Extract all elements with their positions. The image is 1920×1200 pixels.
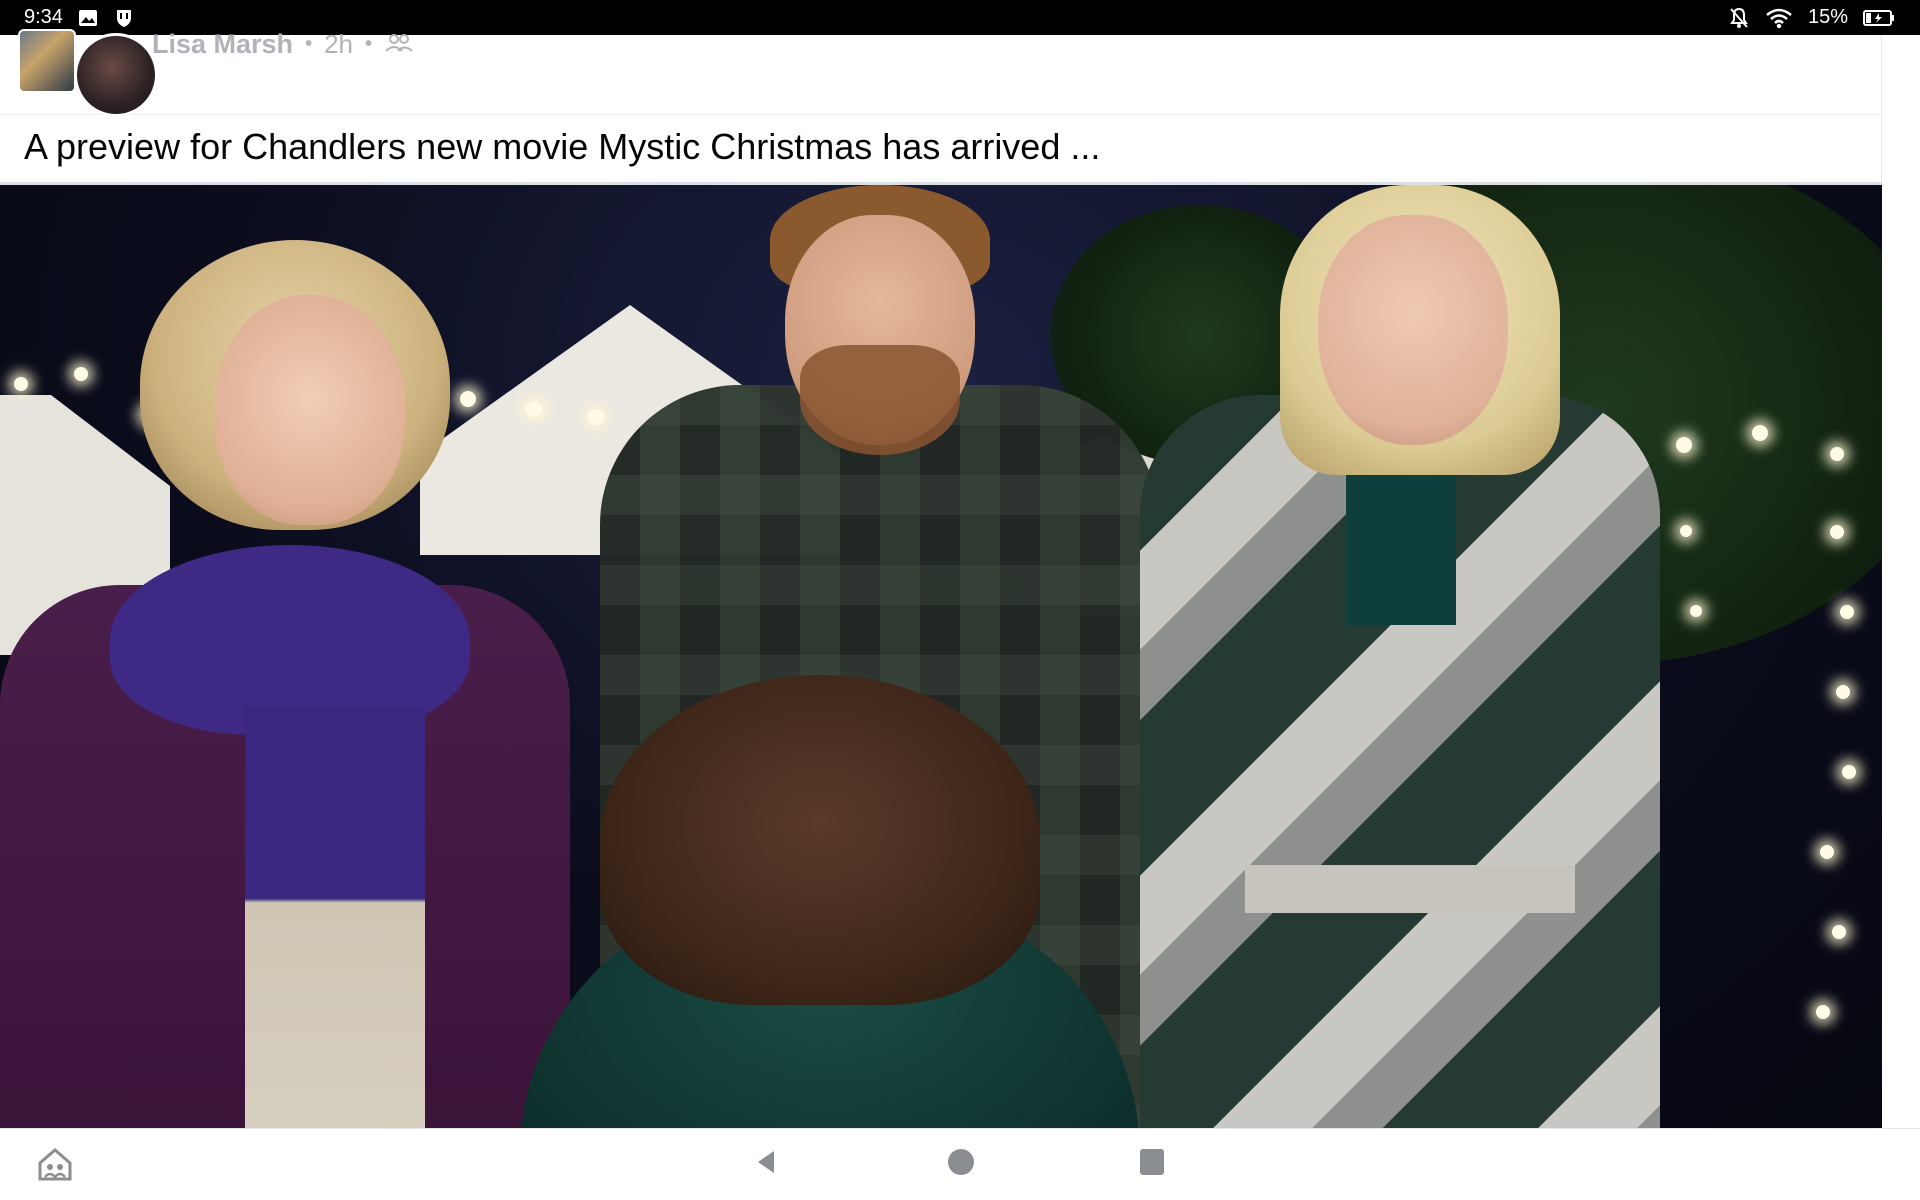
string-light — [1830, 447, 1844, 461]
navigation-bar — [0, 1128, 1920, 1200]
recents-icon[interactable] — [1140, 1149, 1164, 1175]
home-button-icon[interactable] — [948, 1149, 974, 1175]
post-time[interactable]: 2h — [324, 29, 353, 60]
back-icon[interactable] — [752, 1147, 782, 1177]
battery-percent: 15% — [1807, 6, 1848, 28]
string-light — [1836, 685, 1850, 699]
string-light — [1680, 525, 1692, 537]
string-light — [588, 409, 604, 425]
string-light — [74, 367, 88, 381]
person-center-beard — [800, 345, 960, 455]
home-icon[interactable] — [36, 1145, 74, 1183]
string-light — [1830, 525, 1844, 539]
string-light — [1832, 925, 1846, 939]
person-foreground-hair — [600, 675, 1040, 1005]
post-header: Lisa Marsh • 2h • — [0, 29, 1882, 117]
person-left — [0, 465, 580, 1128]
battery-icon — [1862, 7, 1896, 29]
separator-dot: • — [305, 33, 313, 55]
string-light — [1676, 437, 1692, 453]
dnd-off-icon — [1728, 7, 1750, 29]
person-left-face — [215, 295, 405, 525]
string-light — [526, 401, 542, 417]
author-name[interactable]: Lisa Marsh — [152, 29, 293, 60]
screen: 9:34 15% Lisa Marsh • 2h • A preview for… — [0, 0, 1920, 1200]
post-text[interactable]: A preview for Chandlers new movie Mystic… — [24, 115, 1874, 179]
avatar[interactable] — [74, 33, 158, 117]
avatar-group[interactable] — [18, 17, 158, 123]
status-bar-right: 15% — [1728, 6, 1896, 29]
string-light — [1816, 1005, 1830, 1019]
person-right-belt — [1245, 865, 1575, 913]
author-line: Lisa Marsh • 2h • — [152, 29, 414, 60]
string-light — [1820, 845, 1834, 859]
string-light — [14, 377, 28, 391]
separator-dot: • — [365, 33, 373, 55]
string-light — [1752, 425, 1768, 441]
person-left-sweater — [245, 705, 425, 1128]
post-photo[interactable] — [0, 182, 1882, 1128]
string-light — [1690, 605, 1702, 617]
page-avatar[interactable] — [18, 29, 76, 93]
post-card: Lisa Marsh • 2h • A preview for Chandler… — [0, 29, 1882, 1128]
person-right-face — [1318, 215, 1508, 445]
friends-icon — [384, 29, 414, 60]
wifi-icon — [1764, 7, 1794, 29]
string-light — [1842, 765, 1856, 779]
string-light — [1840, 605, 1854, 619]
string-light — [460, 391, 476, 407]
